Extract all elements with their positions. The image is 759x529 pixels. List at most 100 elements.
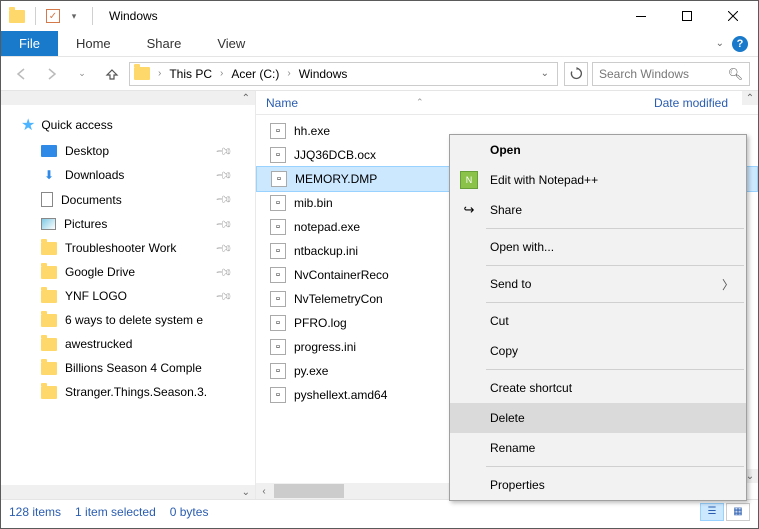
menu-item[interactable]: Copy	[450, 336, 746, 366]
status-bar: 128 items 1 item selected 0 bytes ☰ ▦	[1, 499, 758, 523]
menu-item[interactable]: Rename	[450, 433, 746, 463]
sidebar-item[interactable]: Stranger.Things.Season.3.	[1, 380, 255, 404]
sidebar-item[interactable]: ⬇Downloads📌︎	[1, 163, 255, 187]
menu-separator	[486, 369, 744, 370]
tab-home[interactable]: Home	[58, 31, 129, 56]
sort-indicator-icon[interactable]: ⌃	[406, 97, 434, 108]
sidebar-item-label: Google Drive	[65, 265, 135, 279]
menu-item[interactable]: Create shortcut	[450, 373, 746, 403]
pin-icon: 📌︎	[214, 238, 233, 257]
search-placeholder: Search Windows	[599, 67, 728, 81]
menu-item-label: Share	[490, 203, 522, 217]
file-name: notepad.exe	[294, 220, 360, 234]
sidebar-item[interactable]: YNF LOGO 📌︎	[1, 284, 255, 308]
scroll-down-button[interactable]: ⌄	[1, 485, 255, 499]
file-name: pyshellext.amd64	[294, 388, 387, 402]
search-icon: 🔍︎	[728, 67, 743, 81]
menu-item-label: Delete	[490, 411, 525, 425]
menu-item-label: Properties	[490, 478, 545, 492]
sidebar-item[interactable]: Google Drive 📌︎	[1, 260, 255, 284]
tab-share[interactable]: Share	[129, 31, 200, 56]
ribbon-tabs: File Home Share View ⌄ ?	[1, 31, 758, 57]
menu-item-label: Send to	[490, 277, 531, 291]
file-name: PFRO.log	[294, 316, 347, 330]
crumb-folder[interactable]: Windows	[297, 67, 350, 81]
menu-item[interactable]: Send to 〉	[450, 269, 746, 299]
chevron-right-icon[interactable]: ›	[218, 68, 225, 79]
forward-button[interactable]	[39, 61, 65, 87]
column-name[interactable]: Name	[256, 96, 406, 110]
sidebar-item-label: Stranger.Things.Season.3.	[65, 385, 207, 399]
scroll-left-button[interactable]: ‹	[256, 483, 272, 499]
file-tab[interactable]: File	[1, 31, 58, 56]
breadcrumb-path[interactable]: › This PC › Acer (C:) › Windows ⌄	[129, 62, 558, 86]
ribbon-collapse-icon[interactable]: ⌄	[716, 38, 724, 49]
window-title: Windows	[109, 9, 158, 23]
sidebar-item-label: Documents	[61, 193, 122, 207]
sidebar-item[interactable]: Desktop📌︎	[1, 139, 255, 163]
chevron-right-icon: 〉	[722, 276, 734, 293]
pin-icon: 📌︎	[214, 165, 233, 184]
sidebar-item[interactable]: awestrucked	[1, 332, 255, 356]
sidebar-quick-access[interactable]: ★ Quick access	[1, 111, 255, 139]
menu-item[interactable]: N Edit with Notepad++	[450, 165, 746, 195]
help-icon[interactable]: ?	[732, 36, 748, 52]
menu-separator	[486, 466, 744, 467]
maximize-button[interactable]	[664, 1, 710, 31]
file-icon: ▫	[270, 243, 286, 259]
menu-item[interactable]: Open with...	[450, 232, 746, 262]
search-input[interactable]: Search Windows 🔍︎	[592, 62, 750, 86]
column-date[interactable]: Date modified	[644, 96, 758, 110]
status-count: 128 items	[9, 505, 61, 519]
pin-icon: 📌︎	[214, 286, 233, 305]
menu-item[interactable]: Cut	[450, 306, 746, 336]
scroll-up-button[interactable]: ⌃	[742, 91, 758, 105]
sidebar-item[interactable]: Pictures 📌︎	[1, 212, 255, 236]
file-name: py.exe	[294, 364, 328, 378]
back-button[interactable]	[9, 61, 35, 87]
file-icon: ▫	[270, 195, 286, 211]
file-icon: ▫	[270, 387, 286, 403]
sidebar-item[interactable]: Billions Season 4 Comple	[1, 356, 255, 380]
menu-item[interactable]: Open	[450, 135, 746, 165]
sidebar-item[interactable]: Troubleshooter Work📌︎	[1, 236, 255, 260]
pin-icon: 📌︎	[214, 214, 233, 233]
file-name: mib.bin	[294, 196, 333, 210]
path-dropdown-icon[interactable]: ⌄	[537, 68, 553, 79]
menu-item-label: Rename	[490, 441, 535, 455]
menu-item-label: Open with...	[490, 240, 554, 254]
file-name: ntbackup.ini	[294, 244, 358, 258]
sidebar-item-label: Pictures	[64, 217, 107, 231]
file-name: NvTelemetryCon	[294, 292, 383, 306]
file-name: MEMORY.DMP	[295, 172, 377, 186]
view-details-button[interactable]: ☰	[700, 503, 724, 521]
file-icon: ▫	[271, 171, 287, 187]
menu-item-label: Edit with Notepad++	[490, 173, 598, 187]
scroll-up-button[interactable]: ⌃	[1, 91, 255, 105]
crumb-this-pc[interactable]: This PC	[167, 67, 214, 81]
close-button[interactable]	[710, 1, 756, 31]
menu-item[interactable]: ↪Share	[450, 195, 746, 225]
minimize-button[interactable]	[618, 1, 664, 31]
view-thumbnails-button[interactable]: ▦	[726, 503, 750, 521]
pin-icon: 📌︎	[214, 262, 233, 281]
qat-dropdown-icon[interactable]: ▾	[66, 8, 82, 24]
menu-item[interactable]: Delete	[450, 403, 746, 433]
pin-icon: 📌︎	[214, 190, 233, 209]
sidebar-item-label: YNF LOGO	[65, 289, 127, 303]
scroll-thumb[interactable]	[274, 484, 344, 498]
refresh-button[interactable]	[564, 62, 588, 86]
file-name: hh.exe	[294, 124, 330, 138]
notepadpp-icon: N	[460, 171, 478, 189]
props-qat-icon[interactable]: ✓	[46, 9, 60, 23]
menu-item[interactable]: Properties	[450, 470, 746, 500]
chevron-right-icon[interactable]: ›	[156, 68, 163, 79]
tab-view[interactable]: View	[199, 31, 263, 56]
up-button[interactable]	[99, 61, 125, 87]
sidebar-item[interactable]: 6 ways to delete system e	[1, 308, 255, 332]
sidebar-item[interactable]: Documents 📌︎	[1, 187, 255, 212]
recent-dropdown-icon[interactable]: ⌄	[69, 61, 95, 87]
context-menu: Open N Edit with Notepad++ ↪Share Open with.…	[449, 134, 747, 501]
crumb-drive[interactable]: Acer (C:)	[229, 67, 281, 81]
chevron-right-icon[interactable]: ›	[285, 68, 292, 79]
